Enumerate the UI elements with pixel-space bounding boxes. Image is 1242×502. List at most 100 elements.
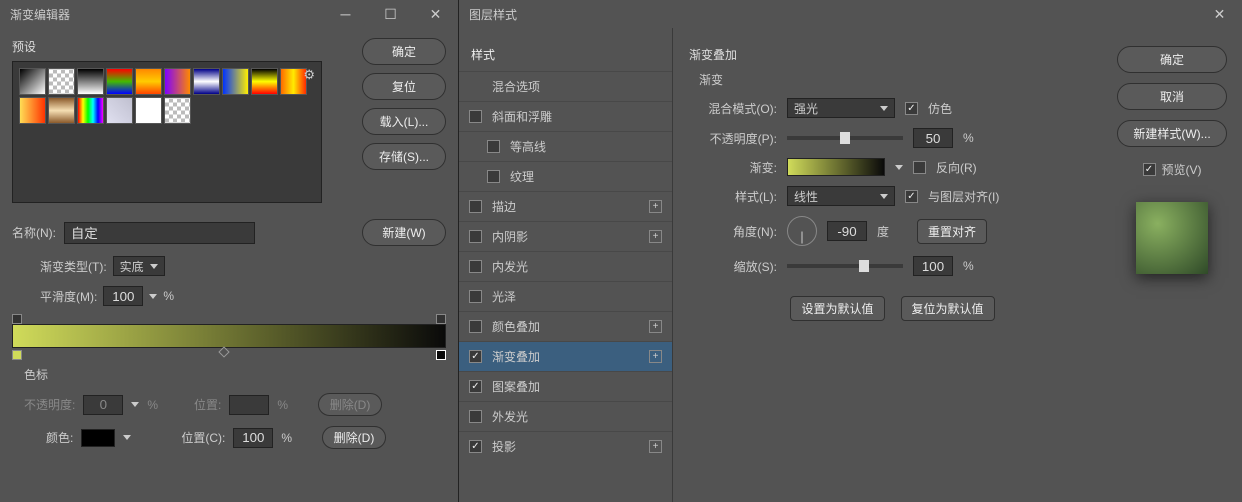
color-stops-title: 色标 xyxy=(12,366,446,383)
preset-swatch[interactable] xyxy=(106,97,133,124)
set-default-button[interactable]: 设置为默认值 xyxy=(790,296,884,321)
style-blending-options[interactable]: 混合选项 xyxy=(459,71,672,101)
align-checkbox[interactable] xyxy=(905,190,918,203)
opacity-input[interactable] xyxy=(913,128,953,148)
midpoint-stop[interactable] xyxy=(219,346,230,357)
new-button[interactable]: 新建(W) xyxy=(362,219,446,246)
position-input xyxy=(229,395,269,415)
layer-style-title: 图层样式 xyxy=(469,6,517,23)
preset-swatch[interactable] xyxy=(135,68,162,95)
reset-align-button[interactable]: 重置对齐 xyxy=(917,219,987,244)
color-stop[interactable] xyxy=(12,350,22,360)
name-input[interactable] xyxy=(64,222,255,244)
style-color-overlay[interactable]: 颜色叠加+ xyxy=(459,311,672,341)
preset-swatch[interactable] xyxy=(19,97,46,124)
dither-checkbox[interactable] xyxy=(905,102,918,115)
gradient-editor-titlebar: 渐变编辑器 ─ ☐ ✕ xyxy=(0,0,458,28)
reset-default-button[interactable]: 复位为默认值 xyxy=(901,296,995,321)
new-style-button[interactable]: 新建样式(W)... xyxy=(1117,120,1227,147)
color-stop[interactable] xyxy=(436,350,446,360)
degree-label: 度 xyxy=(877,223,889,240)
smoothness-input[interactable] xyxy=(103,286,143,306)
preset-swatch[interactable] xyxy=(48,97,75,124)
save-button[interactable]: 存储(S)... xyxy=(362,143,446,170)
delete-button[interactable]: 删除(D) xyxy=(322,426,386,449)
preset-swatch[interactable] xyxy=(19,68,46,95)
ok-button[interactable]: 确定 xyxy=(1117,46,1227,73)
cancel-button[interactable]: 取消 xyxy=(1117,83,1227,110)
gear-icon[interactable]: ⚙ xyxy=(303,67,315,83)
gradient-type-select[interactable]: 实底 xyxy=(113,256,165,276)
preset-swatch[interactable] xyxy=(164,97,191,124)
blend-mode-select[interactable]: 强光 xyxy=(787,98,895,118)
style-select[interactable]: 线性 xyxy=(787,186,895,206)
chevron-down-icon[interactable] xyxy=(149,294,157,299)
preset-swatch[interactable] xyxy=(222,68,249,95)
opacity-stop[interactable] xyxy=(12,314,22,324)
blend-mode-label: 混合模式(O): xyxy=(699,100,777,117)
chevron-down-icon[interactable] xyxy=(123,435,131,440)
preset-swatch[interactable] xyxy=(77,97,104,124)
style-drop-shadow[interactable]: 投影+ xyxy=(459,431,672,461)
chevron-down-icon xyxy=(880,106,888,111)
reset-button[interactable]: 复位 xyxy=(362,73,446,100)
close-button[interactable]: ✕ xyxy=(413,0,458,28)
preset-swatch[interactable] xyxy=(164,68,191,95)
preset-swatch[interactable] xyxy=(48,68,75,95)
plus-icon[interactable]: + xyxy=(649,200,662,213)
plus-icon[interactable]: + xyxy=(649,440,662,453)
style-texture[interactable]: 纹理 xyxy=(459,161,672,191)
style-outer-glow[interactable]: 外发光 xyxy=(459,401,672,431)
style-inner-glow[interactable]: 内发光 xyxy=(459,251,672,281)
presets-box: ⚙ xyxy=(12,61,322,203)
preset-swatch[interactable] xyxy=(251,68,278,95)
style-pattern-overlay[interactable]: 图案叠加 xyxy=(459,371,672,401)
gradient-bar[interactable] xyxy=(12,324,446,348)
style-satin[interactable]: 光泽 xyxy=(459,281,672,311)
reverse-checkbox[interactable] xyxy=(913,161,926,174)
preview-thumbnail xyxy=(1136,202,1208,274)
plus-icon[interactable]: + xyxy=(649,350,662,363)
color-swatch[interactable] xyxy=(81,429,115,447)
preset-swatch[interactable] xyxy=(135,97,162,124)
sub-title: 渐变 xyxy=(699,71,1086,88)
style-stroke[interactable]: 描边+ xyxy=(459,191,672,221)
style-gradient-overlay[interactable]: 渐变叠加+ xyxy=(459,341,672,371)
preview-checkbox[interactable] xyxy=(1143,163,1156,176)
chevron-down-icon xyxy=(880,194,888,199)
style-bevel-emboss[interactable]: 斜面和浮雕 xyxy=(459,101,672,131)
angle-input[interactable] xyxy=(827,221,867,241)
presets-label: 预设 xyxy=(12,38,346,55)
load-button[interactable]: 载入(L)... xyxy=(362,108,446,135)
angle-dial[interactable] xyxy=(787,216,817,246)
style-inner-shadow[interactable]: 内阴影+ xyxy=(459,221,672,251)
position-c-input[interactable] xyxy=(233,428,273,448)
opacity-slider[interactable] xyxy=(787,136,903,140)
plus-icon[interactable]: + xyxy=(649,320,662,333)
gradient-type-label: 渐变类型(T): xyxy=(40,258,107,275)
preset-swatch[interactable] xyxy=(193,68,220,95)
dither-label: 仿色 xyxy=(928,100,952,117)
chevron-down-icon xyxy=(150,264,158,269)
chevron-down-icon[interactable] xyxy=(895,165,903,170)
gradient-editor-title: 渐变编辑器 xyxy=(10,6,70,23)
gradient-editor-panel: 渐变编辑器 ─ ☐ ✕ 预设 ⚙ xyxy=(0,0,459,502)
plus-icon[interactable]: + xyxy=(649,230,662,243)
preset-swatch[interactable] xyxy=(77,68,104,95)
scale-slider[interactable] xyxy=(787,264,903,268)
style-contour[interactable]: 等高线 xyxy=(459,131,672,161)
ok-button[interactable]: 确定 xyxy=(362,38,446,65)
gradient-preview[interactable] xyxy=(787,158,885,176)
position-c-label: 位置(C): xyxy=(181,429,225,446)
minimize-button[interactable]: ─ xyxy=(323,0,368,28)
align-label: 与图层对齐(I) xyxy=(928,188,999,205)
opacity-stop[interactable] xyxy=(436,314,446,324)
maximize-button[interactable]: ☐ xyxy=(368,0,413,28)
name-label: 名称(N): xyxy=(12,224,56,241)
opacity-input xyxy=(83,395,123,415)
chevron-down-icon xyxy=(131,402,139,407)
color-label: 颜色: xyxy=(46,429,73,446)
close-button[interactable]: ✕ xyxy=(1197,0,1242,28)
scale-input[interactable] xyxy=(913,256,953,276)
preset-swatch[interactable] xyxy=(106,68,133,95)
